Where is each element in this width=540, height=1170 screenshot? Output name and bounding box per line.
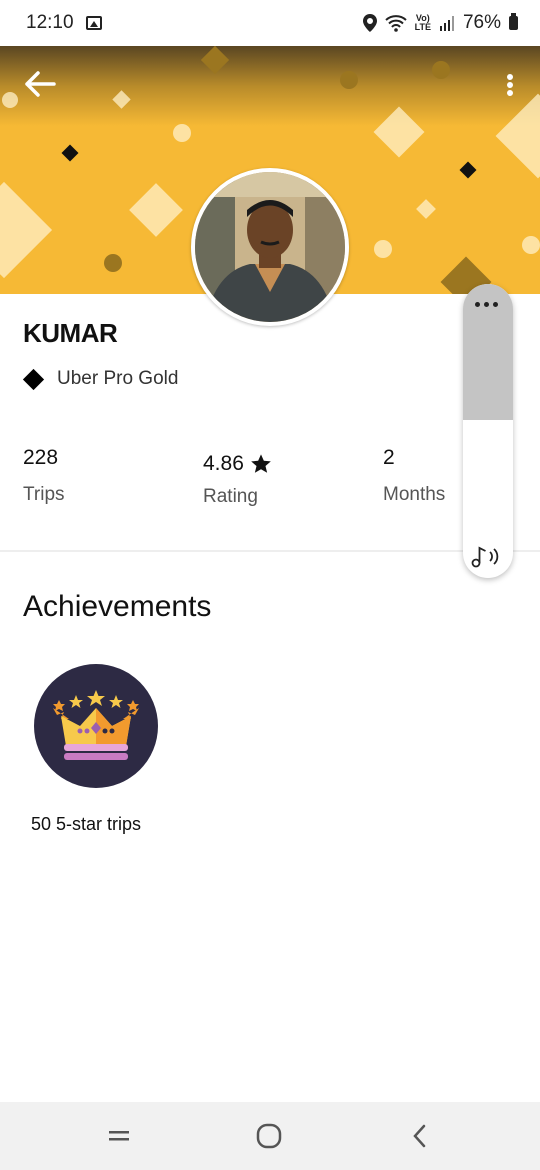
stat-trips-label: Trips xyxy=(23,484,65,505)
signal-icon xyxy=(439,16,454,31)
recents-button[interactable] xyxy=(99,1118,139,1154)
recents-icon xyxy=(109,1131,129,1141)
system-nav-bar xyxy=(0,1102,540,1170)
more-horizontal-icon[interactable] xyxy=(475,302,498,307)
back-button[interactable] xyxy=(24,68,56,100)
more-options-button[interactable] xyxy=(500,70,520,100)
home-button[interactable] xyxy=(249,1118,289,1154)
stat-months-value: 2 xyxy=(383,446,395,469)
section-divider xyxy=(0,550,540,552)
arrow-left-icon xyxy=(25,71,56,97)
home-icon xyxy=(256,1123,282,1149)
battery-icon xyxy=(509,13,518,30)
media-volume-panel[interactable] xyxy=(463,284,513,578)
stat-rating-value: 4.86 xyxy=(203,452,244,475)
achievements-title: Achievements xyxy=(23,590,212,623)
avatar xyxy=(191,168,349,326)
gallery-notification-icon xyxy=(85,16,102,30)
stat-months: 2 Months xyxy=(383,446,445,506)
achievement-badge[interactable] xyxy=(34,664,158,788)
crown-icon xyxy=(53,690,139,760)
stat-rating-label: Rating xyxy=(203,486,258,507)
stat-trips: 228 Trips xyxy=(23,446,65,506)
driver-name: KUMAR xyxy=(23,318,118,348)
location-icon xyxy=(362,14,377,32)
stat-rating: 4.86 Rating xyxy=(203,452,272,508)
stat-months-label: Months xyxy=(383,484,446,505)
nav-back-button[interactable] xyxy=(400,1118,440,1154)
status-time: 12:10 xyxy=(26,12,74,33)
tier-row: Uber Pro Gold xyxy=(22,368,179,390)
stat-trips-value: 228 xyxy=(23,446,59,469)
battery-percent: 76% xyxy=(462,12,501,33)
diamond-icon xyxy=(22,368,45,390)
star-icon xyxy=(251,454,271,473)
status-bar: 12:10 Vo) LTE 76% xyxy=(0,0,540,46)
music-note-icon[interactable] xyxy=(471,544,505,568)
achievement-label: 50 5-star trips xyxy=(31,814,142,834)
volte-indicator: Vo) LTE xyxy=(414,13,431,32)
back-chevron-icon xyxy=(413,1124,426,1148)
tier-label: Uber Pro Gold xyxy=(57,368,179,389)
wifi-icon xyxy=(384,15,407,32)
